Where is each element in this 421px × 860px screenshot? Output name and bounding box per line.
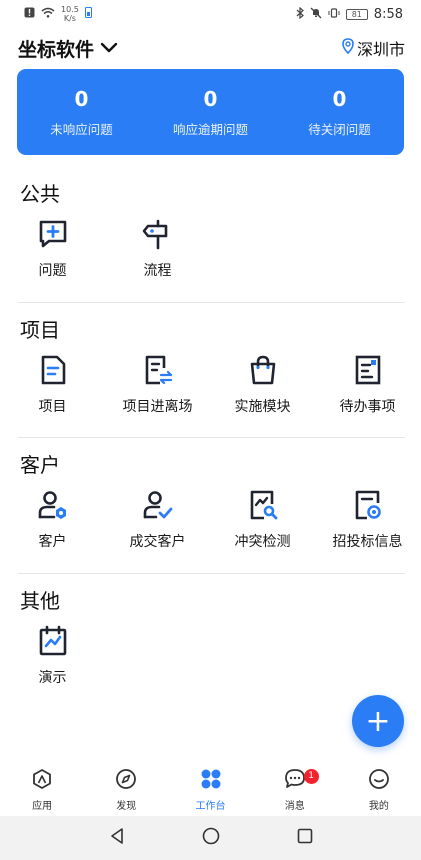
section-title: 项目 xyxy=(20,318,60,342)
app-issue[interactable]: 问题 xyxy=(0,218,105,280)
back-triangle-icon[interactable] xyxy=(109,827,125,849)
signpost-icon xyxy=(142,218,174,250)
tab-workbench[interactable]: 工作台 xyxy=(168,764,252,816)
document-transfer-icon xyxy=(142,354,174,386)
stat-overdue[interactable]: 0 响应逾期问题 xyxy=(146,69,275,155)
header: 坐标软件 深圳市 xyxy=(18,34,405,62)
section-title: 客户 xyxy=(20,453,60,477)
tab-discover[interactable]: 发现 xyxy=(84,764,168,816)
stat-label: 未响应问题 xyxy=(50,121,113,137)
speed-value: 10.5 xyxy=(61,5,79,14)
app-demo[interactable]: 演示 xyxy=(0,625,105,687)
section-divider xyxy=(18,437,405,438)
company-switcher[interactable]: 坐标软件 xyxy=(18,35,118,62)
city-name: 深圳市 xyxy=(356,40,405,59)
vibrate-icon xyxy=(328,7,340,22)
message-bubble-icon xyxy=(284,768,306,794)
company-name: 坐标软件 xyxy=(18,38,95,61)
app-implementation-module[interactable]: 实施模块 xyxy=(210,354,315,416)
user-gear-icon xyxy=(37,489,69,521)
plus-icon: + xyxy=(365,703,391,739)
document-icon xyxy=(37,354,69,386)
stat-pending-close[interactable]: 0 待关闭问题 xyxy=(275,69,404,155)
document-target-icon xyxy=(352,489,384,521)
stat-value: 0 xyxy=(332,86,347,111)
tab-label: 工作台 xyxy=(195,801,226,812)
app-project[interactable]: 项目 xyxy=(0,354,105,416)
tab-label: 应用 xyxy=(32,801,53,812)
status-right: 81 8:58 xyxy=(296,6,403,22)
app-conflict-check[interactable]: 冲突检测 xyxy=(210,489,315,551)
section-grid: 项目 项目进离场 实施模块 待办事项 xyxy=(0,354,421,416)
bottom-tab-bar: 应用 发现 工作台 1 消息 我的 xyxy=(0,764,421,816)
clock: 8:58 xyxy=(373,6,403,22)
speed-unit: K/s xyxy=(63,14,76,23)
chart-search-icon xyxy=(247,489,279,521)
app-label: 演示 xyxy=(38,670,67,686)
city-selector[interactable]: 深圳市 xyxy=(342,36,405,60)
status-bar: 10.5 K/s 81 8:58 xyxy=(0,0,421,28)
app-deal-customer[interactable]: 成交客户 xyxy=(105,489,210,551)
todo-note-icon xyxy=(352,354,384,386)
chat-plus-icon xyxy=(37,218,69,250)
app-customer[interactable]: 客户 xyxy=(0,489,105,551)
app-label: 待办事项 xyxy=(339,399,396,415)
app-label: 客户 xyxy=(38,534,67,550)
app-todo[interactable]: 待办事项 xyxy=(315,354,420,416)
stats-card: 0 未响应问题 0 响应逾期问题 0 待关闭问题 xyxy=(17,69,404,155)
add-fab-button[interactable]: + xyxy=(352,695,404,747)
network-speed: 10.5 K/s xyxy=(61,5,79,23)
stat-value: 0 xyxy=(203,86,218,111)
section-title: 其他 xyxy=(20,589,60,613)
home-circle-icon[interactable] xyxy=(202,827,220,849)
recents-square-icon[interactable] xyxy=(297,828,313,848)
app-label: 项目 xyxy=(38,399,67,415)
app-label: 冲突检测 xyxy=(234,534,291,550)
section-title: 公共 xyxy=(20,182,60,206)
presentation-icon xyxy=(37,625,69,657)
stat-label: 待关闭问题 xyxy=(308,121,371,137)
section-divider xyxy=(18,573,405,574)
shopping-bag-icon xyxy=(247,354,279,386)
status-left: 10.5 K/s xyxy=(24,5,92,23)
app-label: 流程 xyxy=(143,263,172,279)
user-check-icon xyxy=(142,489,174,521)
system-nav-bar xyxy=(0,816,421,860)
location-pin-icon xyxy=(342,38,354,58)
bluetooth-icon xyxy=(296,6,304,22)
mute-bell-icon xyxy=(310,7,322,22)
app-process[interactable]: 流程 xyxy=(105,218,210,280)
stat-unresponded[interactable]: 0 未响应问题 xyxy=(17,69,146,155)
battery-indicator: 81 xyxy=(345,8,368,20)
compass-icon xyxy=(115,768,137,794)
app-label: 项目进离场 xyxy=(122,399,193,415)
tab-label: 发现 xyxy=(116,801,137,812)
app-label: 问题 xyxy=(38,263,67,279)
notification-icon xyxy=(24,7,35,21)
workbench-grid-icon xyxy=(200,768,222,794)
app-project-entry-exit[interactable]: 项目进离场 xyxy=(105,354,210,416)
app-label: 成交客户 xyxy=(129,534,186,550)
section-divider xyxy=(18,302,405,303)
tab-apps[interactable]: 应用 xyxy=(0,764,84,816)
smile-face-icon xyxy=(368,768,390,794)
section-grid: 问题 流程 xyxy=(0,218,421,280)
section-grid: 客户 成交客户 冲突检测 招投标信息 xyxy=(0,489,421,551)
stat-value: 0 xyxy=(74,86,89,111)
tab-messages[interactable]: 1 消息 xyxy=(253,764,337,816)
section-grid: 演示 xyxy=(0,625,421,687)
app-bidding-info[interactable]: 招投标信息 xyxy=(315,489,420,551)
unread-badge: 1 xyxy=(303,769,319,784)
app-label: 实施模块 xyxy=(234,399,291,415)
stat-label: 响应逾期问题 xyxy=(172,121,248,137)
sim-icon xyxy=(84,7,92,21)
apps-icon xyxy=(31,768,53,794)
tab-mine[interactable]: 我的 xyxy=(337,764,421,816)
wifi-icon xyxy=(41,7,55,21)
chevron-down-icon xyxy=(100,37,118,59)
app-label: 招投标信息 xyxy=(332,534,403,550)
tab-label: 消息 xyxy=(284,801,305,812)
tab-label: 我的 xyxy=(368,801,389,812)
